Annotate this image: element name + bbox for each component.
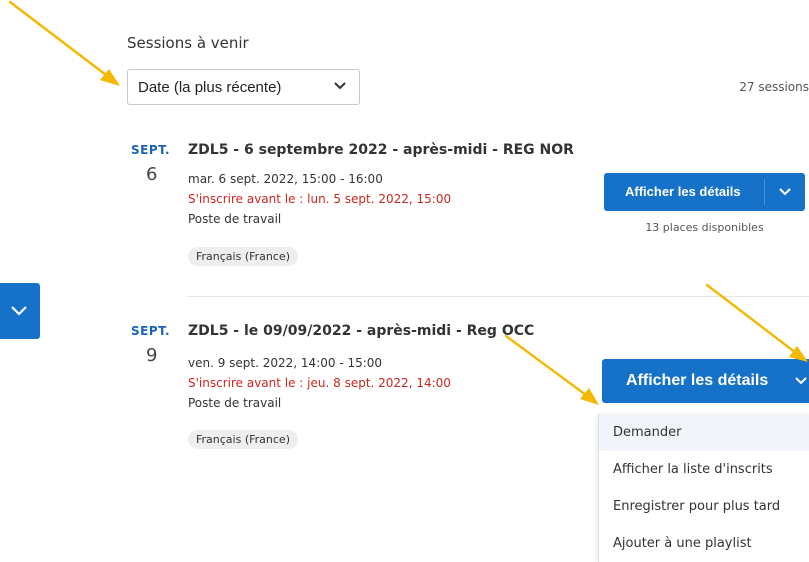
- collapse-toggle-button[interactable]: [0, 283, 40, 339]
- session-location: Poste de travail: [188, 212, 282, 226]
- session-day: 9: [146, 345, 158, 366]
- show-details-label: Afficher les détails: [626, 372, 769, 389]
- annotation-arrow: [504, 334, 599, 405]
- annotation-arrow: [8, 0, 120, 86]
- chevron-down-icon[interactable]: [795, 375, 807, 387]
- session-divider: [187, 296, 809, 297]
- details-dropdown-menu: Demander Afficher la liste d'inscrits En…: [598, 414, 809, 562]
- session-deadline: S'inscrire avant le : jeu. 8 sept. 2022,…: [188, 376, 451, 390]
- session-title[interactable]: ZDL5 - le 09/09/2022 - après-midi - Reg …: [188, 323, 534, 339]
- section-title: Sessions à venir: [127, 34, 249, 52]
- language-tag: Français (France): [188, 430, 298, 449]
- show-details-button[interactable]: Afficher les détails: [604, 173, 805, 211]
- session-location: Poste de travail: [188, 396, 282, 410]
- menu-item-save-later[interactable]: Enregistrer pour plus tard: [599, 488, 809, 525]
- session-count: 27 sessions: [739, 80, 809, 94]
- chevron-down-icon: [11, 306, 27, 316]
- session-day: 6: [146, 164, 158, 185]
- menu-item-request[interactable]: Demander: [599, 414, 809, 451]
- menu-item-attendee-list[interactable]: Afficher la liste d'inscrits: [599, 451, 809, 488]
- session-datetime: mar. 6 sept. 2022, 15:00 - 16:00: [188, 172, 383, 186]
- language-tag: Français (France): [188, 247, 298, 266]
- session-month: SEPT.: [131, 324, 171, 338]
- menu-item-add-playlist[interactable]: Ajouter à une playlist: [599, 525, 809, 562]
- session-title[interactable]: ZDL5 - 6 septembre 2022 - après-midi - R…: [188, 142, 574, 158]
- show-details-label: Afficher les détails: [625, 184, 741, 199]
- button-separator: [764, 179, 765, 205]
- chevron-down-icon: [334, 82, 346, 90]
- sort-dropdown-value: Date (la plus récente): [138, 79, 282, 96]
- session-datetime: ven. 9 sept. 2022, 14:00 - 15:00: [188, 356, 383, 370]
- show-details-button[interactable]: Afficher les détails: [602, 359, 809, 403]
- availability-text: 13 places disponibles: [645, 221, 764, 234]
- session-deadline: S'inscrire avant le : lun. 5 sept. 2022,…: [188, 192, 452, 206]
- chevron-down-icon[interactable]: [779, 186, 791, 198]
- sort-dropdown[interactable]: Date (la plus récente): [127, 69, 360, 105]
- session-month: SEPT.: [131, 143, 171, 157]
